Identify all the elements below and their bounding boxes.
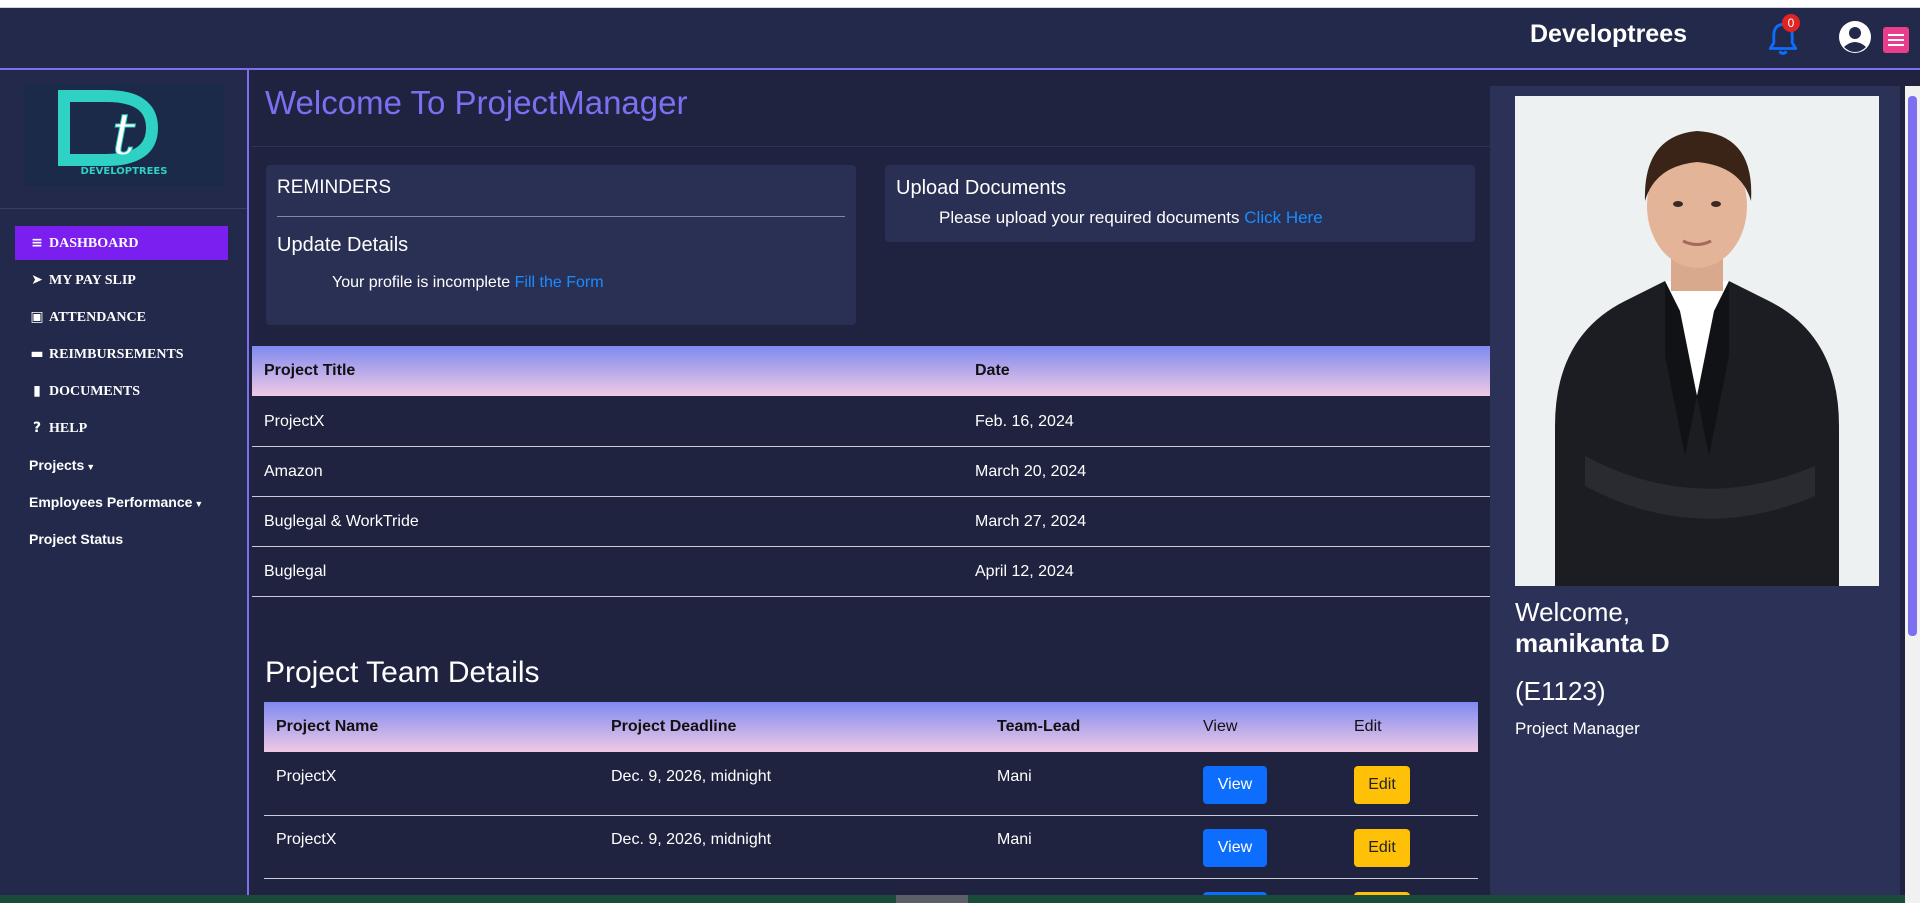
notification-badge: 0 bbox=[1782, 14, 1800, 32]
upload-documents-heading: Upload Documents bbox=[896, 177, 1067, 199]
sidebar-item-employees-performance[interactable]: Employees Performance ▼ bbox=[15, 485, 228, 519]
sidebar: t DEVELOPTREES ≡ DASHBOARD ➤ MY PAY SLIP ▣… bbox=[0, 70, 249, 903]
column-header-project-title: Project Title bbox=[264, 362, 356, 379]
horizontal-scrollbar-thumb[interactable] bbox=[896, 895, 968, 903]
project-title-cell: Amazon bbox=[264, 462, 323, 480]
edit-button[interactable]: Edit bbox=[1354, 766, 1410, 804]
project-name-cell: ProjectX bbox=[276, 831, 337, 848]
table-row: ProjectX Dec. 9, 2026, midnight Mani Vie… bbox=[264, 816, 1478, 879]
company-logo[interactable]: t DEVELOPTREES bbox=[24, 84, 224, 186]
fill-form-link[interactable]: Fill the Form bbox=[515, 274, 604, 291]
column-header-project-name: Project Name bbox=[276, 718, 379, 735]
sidebar-item-label: Employees Performance bbox=[29, 494, 193, 510]
column-header-project-deadline: Project Deadline bbox=[611, 718, 737, 735]
sidebar-item-label: REIMBURSEMENTS bbox=[49, 347, 184, 362]
table-row: ProjectX Feb. 16, 2024 bbox=[252, 397, 1491, 447]
logo-text: DEVELOPTREES bbox=[81, 166, 168, 177]
sidebar-item-label: DASHBOARD bbox=[49, 236, 139, 251]
table-row: ProjectX Dec. 9, 2026, midnight Mani Vie… bbox=[264, 753, 1478, 816]
page-title: Welcome To ProjectManager bbox=[265, 84, 688, 121]
sidebar-item-project-status[interactable]: Project Status bbox=[15, 522, 228, 556]
user-circle-icon[interactable] bbox=[1838, 20, 1872, 54]
paper-plane-icon: ➤ bbox=[31, 272, 43, 288]
sidebar-item-label: Projects bbox=[29, 457, 85, 473]
sidebar-item-dashboard[interactable]: ≡ DASHBOARD bbox=[15, 226, 228, 260]
sidebar-item-my-pay-slip[interactable]: ➤ MY PAY SLIP bbox=[15, 263, 228, 297]
profile-incomplete-text: Your profile is incomplete Fill the Form bbox=[332, 274, 604, 292]
edit-button[interactable]: Edit bbox=[1354, 829, 1410, 867]
update-details-heading: Update Details bbox=[277, 234, 409, 256]
project-deadline-cell: Dec. 9, 2026, midnight bbox=[611, 831, 772, 848]
project-date-cell: March 20, 2024 bbox=[975, 462, 1087, 480]
table-row: Buglegal April 12, 2024 bbox=[252, 547, 1491, 597]
sidebar-item-label: MY PAY SLIP bbox=[49, 273, 136, 288]
click-here-link[interactable]: Click Here bbox=[1244, 208, 1322, 227]
upload-documents-text: Please upload your required documents Cl… bbox=[939, 208, 1323, 228]
profile-employee-id: (E1123) bbox=[1515, 676, 1606, 706]
credit-card-icon: ▬ bbox=[30, 346, 44, 362]
project-title-cell: Buglegal bbox=[264, 562, 327, 580]
scrollbar-thumb[interactable] bbox=[1908, 96, 1917, 636]
main-content: Welcome To ProjectManager REMINDERS Upda… bbox=[251, 70, 1491, 903]
project-title-cell: Buglegal & WorkTride bbox=[264, 512, 419, 530]
sidebar-item-attendance[interactable]: ▣ ATTENDANCE bbox=[15, 300, 228, 334]
table-row: Amazon March 20, 2024 bbox=[252, 447, 1491, 497]
sidebar-item-label: DOCUMENTS bbox=[49, 384, 141, 399]
sidebar-item-reimbursements[interactable]: ▬ REIMBURSEMENTS bbox=[15, 337, 228, 371]
sidebar-item-projects[interactable]: Projects ▼ bbox=[15, 448, 228, 482]
upload-documents-card: Upload Documents Please upload your requ… bbox=[885, 165, 1475, 242]
calendar-icon: ▣ bbox=[30, 309, 44, 325]
column-header-view: View bbox=[1203, 718, 1238, 735]
sidebar-item-label: Project Status bbox=[29, 531, 124, 547]
sidebar-divider bbox=[0, 208, 247, 209]
caret-down-icon: ▼ bbox=[194, 499, 204, 509]
profile-incomplete-label: Your profile is incomplete bbox=[332, 274, 511, 291]
title-divider bbox=[251, 146, 1490, 147]
table-row: Buglegal & WorkTride March 27, 2024 bbox=[252, 497, 1491, 547]
sidebar-item-documents[interactable]: ▮ DOCUMENTS bbox=[15, 374, 228, 408]
sidebar-item-label: HELP bbox=[49, 421, 88, 436]
reminders-heading: REMINDERS bbox=[277, 177, 392, 198]
upload-documents-label: Please upload your required documents bbox=[939, 208, 1240, 227]
brand-name[interactable]: Developtrees bbox=[1530, 20, 1687, 49]
project-date-cell: Feb. 16, 2024 bbox=[975, 412, 1074, 430]
view-button[interactable]: View bbox=[1203, 829, 1267, 867]
sidebar-item-label: ATTENDANCE bbox=[49, 310, 146, 325]
question-circle-icon: ? bbox=[32, 420, 42, 436]
reminders-divider bbox=[277, 216, 845, 217]
team-lead-cell: Mani bbox=[997, 831, 1032, 848]
team-table-header: Project Name Project Deadline Team-Lead … bbox=[264, 702, 1478, 752]
team-details-heading: Project Team Details bbox=[265, 656, 540, 689]
profile-welcome: Welcome, bbox=[1515, 597, 1631, 627]
sidebar-item-help[interactable]: ? HELP bbox=[15, 411, 228, 445]
caret-down-icon: ▼ bbox=[86, 462, 96, 472]
profile-name: manikanta D bbox=[1515, 628, 1670, 658]
top-navbar: Developtrees 0 bbox=[0, 8, 1920, 70]
project-date-cell: April 12, 2024 bbox=[975, 562, 1074, 580]
profile-panel: Welcome, manikanta D (E1123) Project Man… bbox=[1490, 86, 1900, 903]
bars-icon: ≡ bbox=[31, 235, 43, 251]
profile-role: Project Manager bbox=[1515, 719, 1640, 738]
column-header-edit: Edit bbox=[1354, 718, 1382, 735]
hamburger-menu-icon[interactable] bbox=[1883, 27, 1909, 53]
projects-table-header: Project Title Date bbox=[252, 346, 1491, 396]
profile-photo bbox=[1515, 96, 1879, 586]
vertical-scrollbar[interactable] bbox=[1905, 86, 1920, 903]
column-header-team-lead: Team-Lead bbox=[997, 718, 1081, 735]
view-button[interactable]: View bbox=[1203, 766, 1267, 804]
column-header-date: Date bbox=[975, 362, 1010, 379]
horizontal-scrollbar[interactable] bbox=[0, 895, 1905, 903]
project-date-cell: March 27, 2024 bbox=[975, 512, 1087, 530]
browser-top-strip bbox=[0, 0, 1920, 8]
project-title-cell: ProjectX bbox=[264, 412, 325, 430]
reminders-card: REMINDERS Update Details Your profile is… bbox=[266, 165, 856, 325]
file-icon: ▮ bbox=[33, 383, 41, 399]
svg-text:t: t bbox=[112, 100, 136, 168]
